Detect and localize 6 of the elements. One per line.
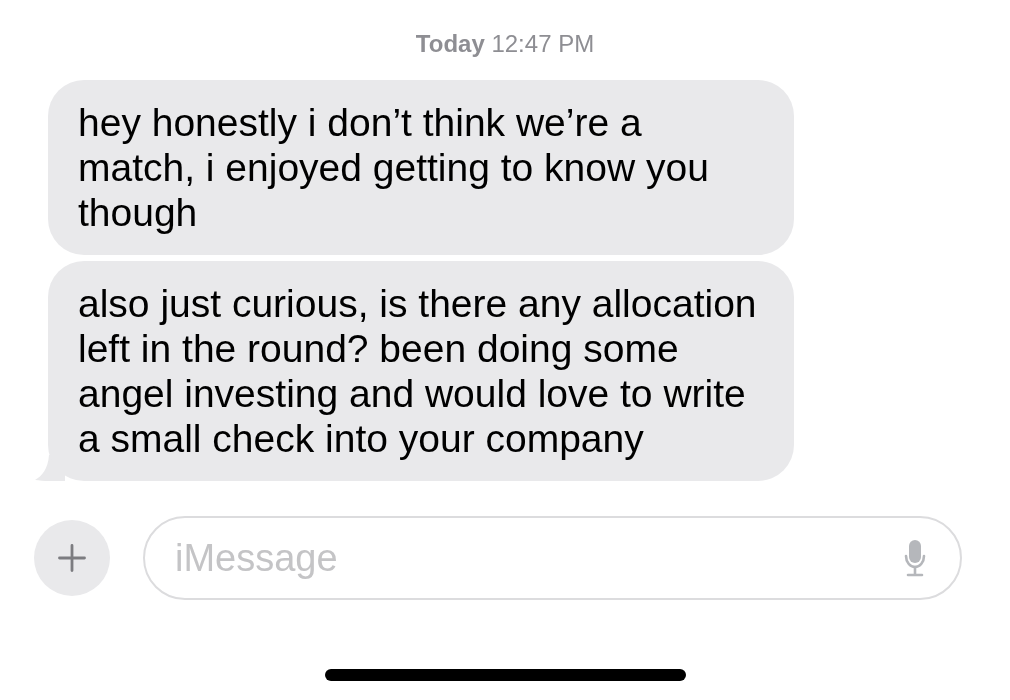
microphone-icon[interactable] bbox=[904, 539, 926, 577]
message-bubble: also just curious, is there any allocation left in the round? been doing some angel investing and would love to write a small check into your company bbox=[48, 261, 794, 481]
timestamp: Today 12:47 PM bbox=[415, 30, 595, 58]
message-bubble: hey honestly i don’t think we’re a match, i enjoyed getting to know you though bbox=[48, 80, 794, 255]
message-input-field[interactable]: iMessage bbox=[143, 516, 962, 600]
plus-icon bbox=[58, 544, 86, 572]
